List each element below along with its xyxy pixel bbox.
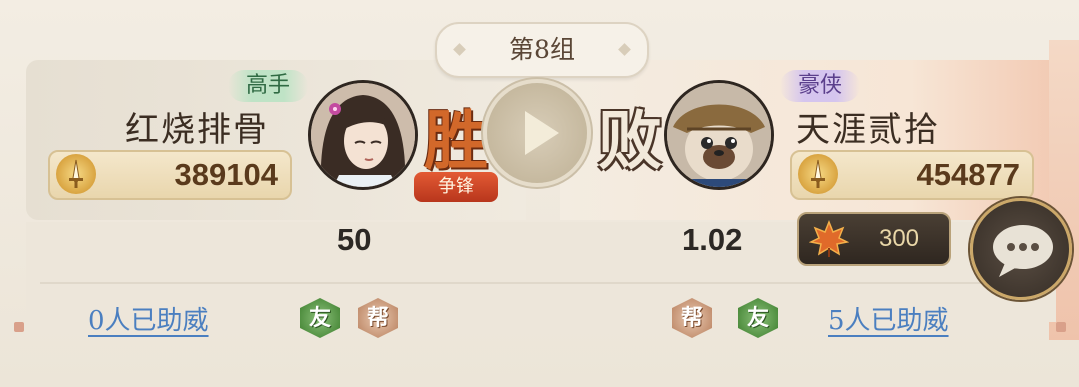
left-avatar[interactable]: [308, 80, 418, 190]
right-player-name: 天涯贰拾: [796, 110, 940, 150]
right-power-value: 454877: [916, 157, 1020, 192]
win-label: 胜: [424, 104, 488, 179]
divider: [40, 282, 1040, 284]
right-odds: 1.02: [682, 222, 743, 257]
play-icon: [525, 111, 559, 155]
lose-label: 败: [598, 104, 662, 179]
group-title: 第8组: [509, 35, 575, 64]
maple-leaf-icon: [809, 220, 849, 257]
right-avatar[interactable]: [664, 80, 774, 190]
corner-ornament: [1056, 322, 1066, 332]
bet-amount-box[interactable]: 300: [797, 212, 951, 266]
left-rank-badge: 高手: [228, 70, 309, 102]
left-score: 50: [337, 222, 372, 257]
chat-bubble-icon: [993, 225, 1053, 277]
left-player-name: 红烧排骨: [125, 110, 269, 150]
sword-icon: [56, 154, 96, 194]
group-tab: 第8组: [435, 22, 649, 78]
play-button[interactable]: [487, 83, 587, 183]
right-power-plate: 454877: [790, 150, 1034, 200]
sword-icon: [798, 154, 838, 194]
right-cheer-link[interactable]: 5人已助威: [828, 300, 949, 337]
corner-ornament: [14, 322, 24, 332]
chat-button[interactable]: [970, 198, 1072, 300]
bet-amount: 300: [878, 225, 920, 252]
left-power-plate: 389104: [48, 150, 292, 200]
contend-badge: 争锋: [414, 172, 498, 202]
left-cheer-link[interactable]: 0人已助威: [88, 300, 209, 337]
left-power-value: 389104: [174, 157, 278, 192]
right-rank-badge: 豪侠: [780, 70, 861, 102]
